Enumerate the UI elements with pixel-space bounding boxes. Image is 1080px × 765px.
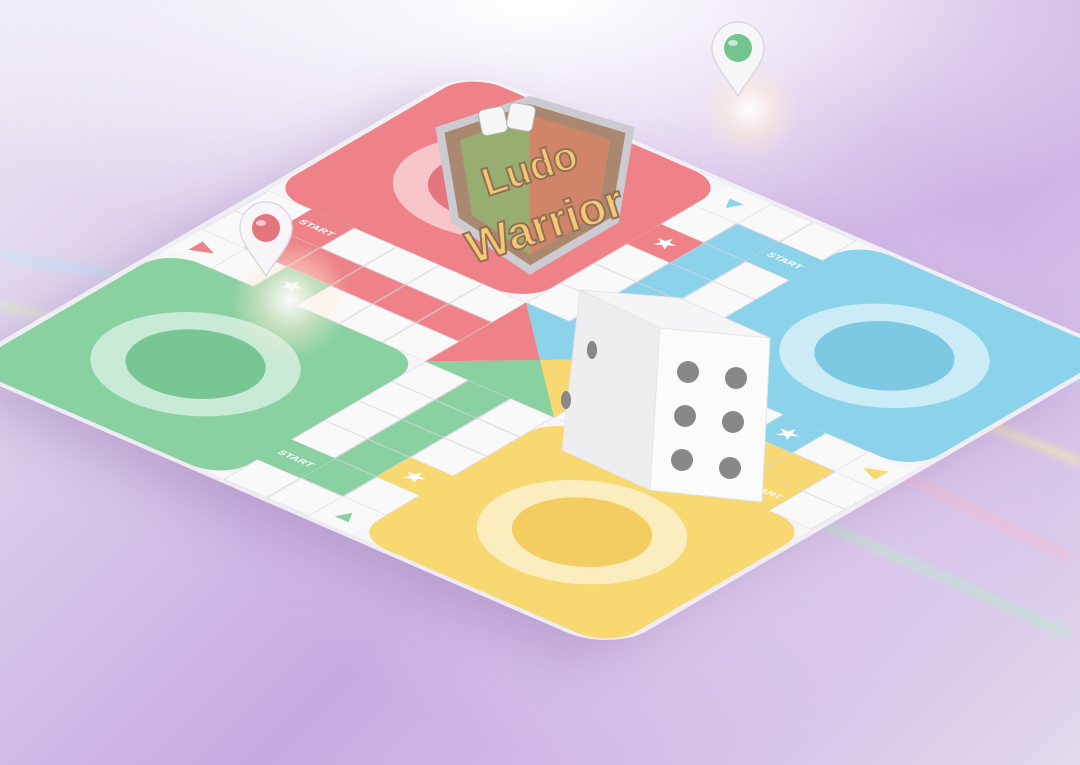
location-pin-red [239, 201, 293, 278]
pin-gem [724, 34, 752, 62]
pin-gem [252, 214, 280, 242]
location-pin-green [711, 21, 765, 98]
dice [561, 289, 771, 503]
ludo-warrior-logo: Ludo Warrior [435, 95, 635, 275]
ludo-warrior-splash: STARTSTARTSTARTSTART★★★★▶▼◀▲ Ludo Warrio… [0, 0, 1080, 765]
